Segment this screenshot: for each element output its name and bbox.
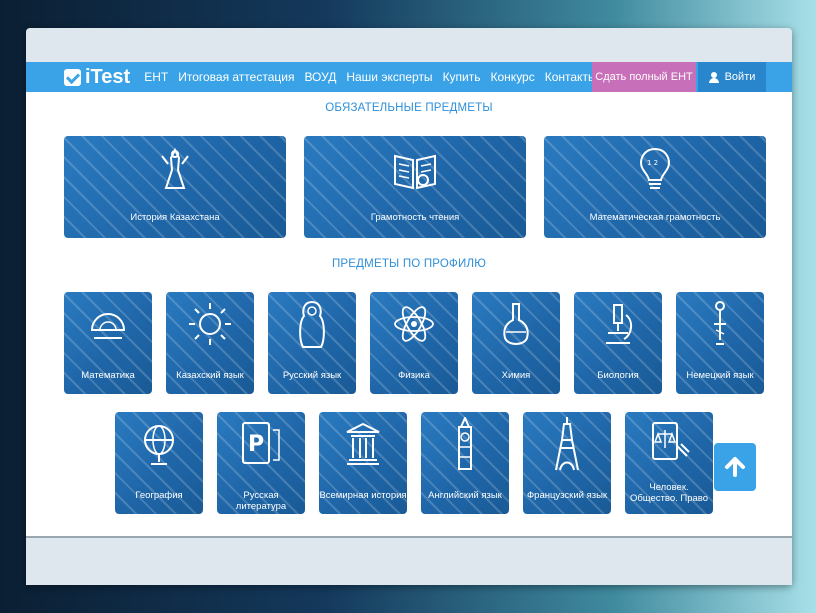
- logo[interactable]: iTest: [64, 66, 130, 89]
- card-label: Человек. Общество. Право: [629, 482, 709, 504]
- card-label: История Казахстана: [130, 212, 220, 223]
- browser-screenshot: iTest ЕНТ Итоговая аттестация ВОУД Наши …: [26, 62, 792, 538]
- nav-item-ent[interactable]: ЕНТ: [144, 70, 168, 84]
- card-label: Грамотность чтения: [370, 212, 460, 223]
- arrow-up-icon: [725, 457, 745, 477]
- card-label: Английский язык: [428, 490, 502, 501]
- subject-card-world-history[interactable]: Всемирная история: [319, 412, 407, 514]
- login-button[interactable]: Войти: [698, 62, 766, 92]
- card-label: Математическая грамотность: [589, 212, 721, 223]
- matryoshka-icon: [299, 300, 325, 348]
- card-label: Русский язык: [282, 370, 342, 381]
- card-label: География: [135, 490, 183, 501]
- nav-item-final-attestation[interactable]: Итоговая аттестация: [178, 70, 294, 84]
- slide-frame: iTest ЕНТ Итоговая аттестация ВОУД Наши …: [26, 28, 792, 585]
- subject-card-biology[interactable]: Биология: [574, 292, 662, 394]
- subject-card-french[interactable]: Французский язык: [523, 412, 611, 514]
- subject-card-chemistry[interactable]: Химия: [472, 292, 560, 394]
- card-label: Всемирная история: [319, 490, 407, 501]
- subject-card-math-literacy[interactable]: 1 2 Математическая грамотность: [544, 136, 766, 238]
- atom-icon: [394, 306, 434, 342]
- svg-text:1 2: 1 2: [647, 159, 658, 167]
- required-subjects-title: ОБЯЗАТЕЛЬНЫЕ ПРЕДМЕТЫ: [325, 102, 493, 114]
- card-label: Казахский язык: [176, 370, 244, 381]
- full-ent-button[interactable]: Сдать полный ЕНТ: [592, 62, 696, 92]
- nav-item-contacts[interactable]: Контакты: [545, 70, 597, 84]
- temple-icon: [346, 422, 380, 465]
- sun-icon: [189, 303, 231, 345]
- subject-card-english[interactable]: Английский язык: [421, 412, 509, 514]
- law-book-icon: [652, 422, 690, 460]
- user-icon: [708, 71, 719, 83]
- slide-bottom-area: [26, 538, 792, 585]
- card-label: Физика: [398, 370, 430, 381]
- card-label: Немецкий язык: [686, 370, 754, 381]
- lightbulb-icon: 1 2: [639, 147, 671, 189]
- scroll-top-button[interactable]: [714, 443, 756, 491]
- top-navbar: iTest ЕНТ Итоговая аттестация ВОУД Наши …: [26, 62, 792, 92]
- card-label: Русская литература: [235, 490, 287, 512]
- nav-item-contest[interactable]: Конкурс: [491, 70, 535, 84]
- profile-subjects-title: ПРЕДМЕТЫ ПО ПРОФИЛЮ: [331, 258, 487, 270]
- nav-item-experts[interactable]: Наши эксперты: [346, 70, 432, 84]
- eiffel-tower-icon: [555, 417, 579, 471]
- nav-item-buy[interactable]: Купить: [443, 70, 481, 84]
- subject-card-kazakhstan-history[interactable]: История Казахстана: [64, 136, 286, 238]
- subject-card-russian-literature[interactable]: P Русская литература: [217, 412, 305, 514]
- subject-card-german[interactable]: Немецкий язык: [676, 292, 764, 394]
- subject-card-reading-literacy[interactable]: Грамотность чтения: [304, 136, 526, 238]
- check-logo-icon: [64, 68, 81, 86]
- microscope-icon: [606, 304, 632, 344]
- globe-icon: [144, 425, 174, 465]
- card-label: Химия: [501, 370, 531, 381]
- subject-card-math[interactable]: Математика: [64, 292, 152, 394]
- card-label: Математика: [81, 370, 135, 381]
- nav-item-voud[interactable]: ВОУД: [304, 70, 336, 84]
- subject-card-physics[interactable]: Физика: [370, 292, 458, 394]
- logo-text: iTest: [85, 65, 131, 88]
- login-label: Войти: [724, 71, 756, 83]
- horseman-icon: [161, 148, 189, 189]
- protractor-icon: [90, 313, 126, 339]
- subject-card-law[interactable]: Человек. Общество. Право: [625, 412, 713, 514]
- book-p-icon: P: [242, 422, 280, 464]
- svg-text:P: P: [248, 432, 264, 457]
- subject-card-kazakh[interactable]: Казахский язык: [166, 292, 254, 394]
- subject-card-russian[interactable]: Русский язык: [268, 292, 356, 394]
- card-label: Биология: [597, 370, 639, 381]
- big-ben-icon: [458, 417, 472, 470]
- subject-card-geography[interactable]: География: [115, 412, 203, 514]
- flask-icon: [503, 303, 529, 345]
- german-figure-icon: [714, 301, 726, 345]
- card-label: Французский язык: [526, 490, 608, 501]
- book-icon: [394, 154, 436, 190]
